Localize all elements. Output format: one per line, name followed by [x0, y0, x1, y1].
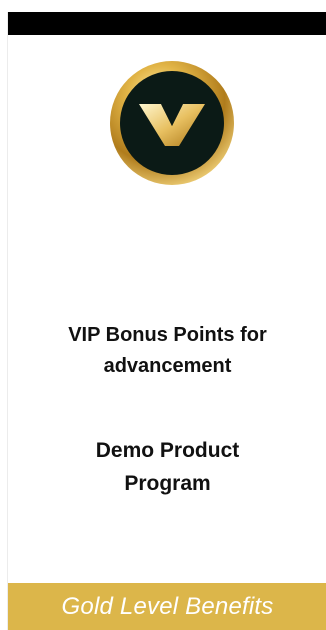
gold-level-benefits-label: Gold Level Benefits — [61, 592, 274, 620]
top-bar — [8, 12, 326, 35]
headline-line-2: advancement — [103, 355, 232, 377]
bonus-points-heading: VIP Bonus Points for advancement — [8, 320, 326, 382]
vip-v-emblem-icon — [109, 60, 235, 186]
program-line-1: Demo Product — [95, 439, 240, 462]
program-title: Demo Product Program — [8, 434, 326, 500]
headline-line-1: VIP Bonus Points for — [68, 324, 267, 346]
program-line-2: Program — [124, 472, 211, 495]
vip-benefits-card: VIP Bonus Points for advancement Demo Pr… — [7, 12, 326, 630]
gold-level-benefits-banner[interactable]: Gold Level Benefits — [8, 583, 326, 630]
